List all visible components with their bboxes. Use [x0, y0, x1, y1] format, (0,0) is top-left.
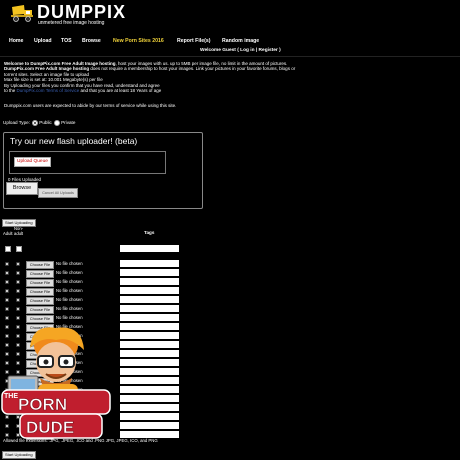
tags-input[interactable] — [120, 260, 179, 267]
rules-note: Dumppix.com users are expected to abide … — [4, 103, 177, 108]
tags-input[interactable] — [120, 359, 179, 366]
public-label: Public — [39, 120, 52, 126]
tos-link[interactable]: DumpPix.com Terms of Service — [17, 88, 80, 93]
private-label: Private — [61, 120, 76, 126]
file-row: Choose FileNo file chosen — [0, 260, 190, 269]
site-logo[interactable]: DUMPPIX unmetered free image hosting — [10, 2, 160, 31]
adult-select-all-checkbox[interactable] — [5, 246, 11, 252]
nav-home[interactable]: Home — [9, 38, 23, 45]
no-file-chosen: No file chosen — [56, 306, 83, 311]
non-adult-radio[interactable] — [16, 262, 20, 266]
non-adult-radio[interactable] — [16, 280, 20, 284]
flash-uploader-title: Try our new flash uploader! (beta) — [10, 136, 138, 146]
nav-new-porn-sites[interactable]: New Porn Sites 2016 — [113, 38, 164, 45]
browse-button[interactable]: Browse — [6, 182, 38, 195]
nav-tos[interactable]: TOS — [61, 38, 72, 45]
column-adult: Adult — [3, 231, 13, 236]
column-tags: Tags — [144, 230, 155, 235]
adult-radio[interactable] — [5, 271, 9, 275]
nav-upload[interactable]: Upload — [34, 38, 52, 45]
upload-type-label: Upload Type: — [3, 120, 30, 126]
start-uploading-button-bottom[interactable]: Start Uploading — [2, 451, 36, 459]
upload-queue-label: Upload Queue — [14, 157, 51, 168]
tos-pre: to the — [4, 88, 16, 94]
tags-input[interactable] — [120, 368, 179, 375]
header-divider — [0, 56, 460, 57]
tags-input[interactable] — [120, 287, 179, 294]
tags-input[interactable] — [120, 404, 179, 411]
adult-radio[interactable] — [5, 280, 9, 284]
choose-file-button[interactable]: Choose File — [26, 297, 54, 305]
dump-truck-icon — [11, 5, 33, 22]
file-row: Choose FileNo file chosen — [0, 314, 190, 323]
main-nav: Home Upload TOS Browse New Porn Sites 20… — [0, 36, 460, 48]
tags-input[interactable] — [120, 314, 179, 321]
no-file-chosen: No file chosen — [56, 270, 83, 275]
tags-input[interactable] — [120, 386, 179, 393]
tags-input[interactable] — [120, 296, 179, 303]
nav-browse[interactable]: Browse — [82, 38, 101, 45]
public-radio[interactable] — [32, 120, 39, 126]
upload-type: Upload Type: Public Private — [3, 120, 75, 126]
mascot-text-the: THE — [4, 393, 18, 400]
non-adult-radio[interactable] — [16, 316, 20, 320]
adult-radio[interactable] — [5, 298, 9, 302]
no-file-chosen: No file chosen — [56, 297, 83, 302]
tags-input[interactable] — [120, 323, 179, 330]
mascot-text-porn: PORN — [18, 395, 67, 414]
non-adult-radio[interactable] — [16, 271, 20, 275]
choose-file-button[interactable]: Choose File — [26, 279, 54, 287]
tags-input[interactable] — [120, 278, 179, 285]
no-file-chosen: No file chosen — [56, 315, 83, 320]
flash-uploader-panel: Try our new flash uploader! (beta) Uploa… — [3, 132, 203, 209]
upload-queue: Upload Queue — [9, 151, 166, 174]
choose-file-button[interactable]: Choose File — [26, 270, 54, 278]
non-adult-select-all-checkbox[interactable] — [16, 246, 22, 252]
private-radio[interactable] — [54, 120, 61, 126]
choose-file-button[interactable]: Choose File — [26, 306, 54, 314]
file-row: Choose FileNo file chosen — [0, 305, 190, 314]
file-row: Choose FileNo file chosen — [0, 296, 190, 305]
non-adult-radio[interactable] — [16, 298, 20, 302]
file-row: Choose FileNo file chosen — [0, 287, 190, 296]
cancel-all-uploads-button[interactable]: Cancel All Uploads — [38, 188, 78, 198]
adult-radio[interactable] — [5, 289, 9, 293]
intro-line2-bold: DumpPix.com Free Adult Image hosting — [4, 66, 90, 72]
mascot-text-dude: DUDE — [26, 418, 74, 437]
tags-all-input[interactable] — [120, 245, 179, 252]
welcome-guest[interactable]: Welcome Guest ( Log in | Register ) — [200, 48, 281, 54]
logo-tagline: unmetered free image hosting — [38, 20, 105, 26]
tags-input[interactable] — [120, 395, 179, 402]
tags-input[interactable] — [120, 431, 179, 438]
tags-input[interactable] — [120, 305, 179, 312]
porn-dude-mascot-icon[interactable]: THE PORN DUDE — [0, 322, 112, 442]
adult-radio[interactable] — [5, 316, 9, 320]
tags-input[interactable] — [120, 350, 179, 357]
non-adult-radio[interactable] — [16, 307, 20, 311]
tags-input[interactable] — [120, 332, 179, 339]
choose-file-button[interactable]: Choose File — [26, 261, 54, 269]
tos-post: and that you are at least 18 Years of ag… — [80, 88, 162, 94]
intro-line1-bold: Welcome to DumpPix.com Free Adult Image … — [4, 61, 116, 66]
tags-input[interactable] — [120, 341, 179, 348]
nav-report-files[interactable]: Report File(s) — [177, 38, 210, 45]
adult-radio[interactable] — [5, 262, 9, 266]
choose-file-button[interactable]: Choose File — [26, 288, 54, 296]
no-file-chosen: No file chosen — [56, 288, 83, 293]
no-file-chosen: No file chosen — [56, 279, 83, 284]
tags-input[interactable] — [120, 422, 179, 429]
tags-input[interactable] — [120, 413, 179, 420]
no-file-chosen: No file chosen — [56, 261, 83, 266]
adult-radio[interactable] — [5, 307, 9, 311]
column-non-adult: Non-adult — [14, 226, 24, 236]
tags-input[interactable] — [120, 269, 179, 276]
intro-line1-rest: , host your images with us. up to 5MB pe… — [115, 61, 288, 66]
non-adult-radio[interactable] — [16, 289, 20, 293]
file-row: Choose FileNo file chosen — [0, 269, 190, 278]
file-row: Choose FileNo file chosen — [0, 278, 190, 287]
nav-random-image[interactable]: Random image — [222, 38, 259, 45]
intro-text: Welcome to DumpPix.com Free Adult Image … — [4, 61, 304, 93]
tags-input[interactable] — [120, 377, 179, 384]
